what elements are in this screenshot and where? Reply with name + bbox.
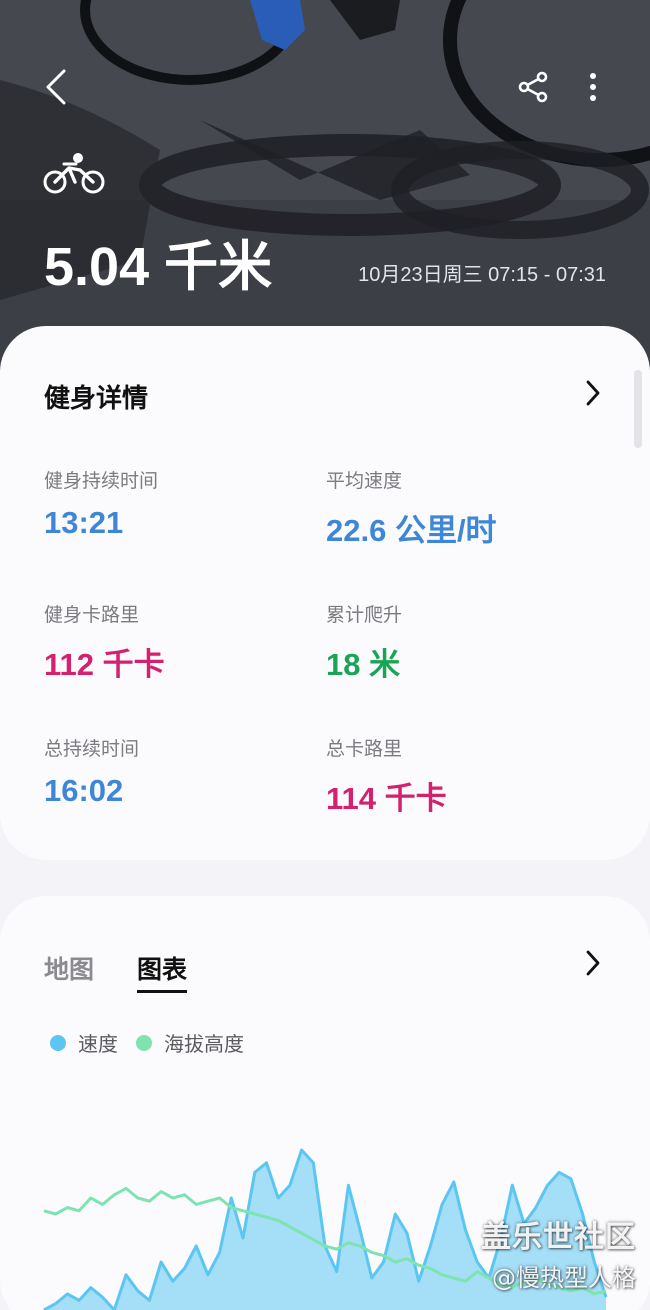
metric-value: 18 米 — [326, 647, 401, 682]
details-expand-button[interactable] — [578, 378, 608, 408]
metric-workout-duration: 健身持续时间 13:21 — [44, 466, 158, 541]
metric-label: 总卡路里 — [326, 738, 403, 760]
metric-label: 健身持续时间 — [44, 470, 159, 492]
cycling-icon — [43, 153, 105, 194]
legend-item-speed[interactable]: 速度 — [50, 1028, 118, 1057]
metric-label: 累计爬升 — [326, 604, 403, 626]
chevron-right-icon — [586, 380, 600, 406]
share-button[interactable] — [512, 66, 554, 108]
metric-total-calories: 总卡路里 114 千卡 — [326, 734, 447, 818]
legend-label: 速度 — [78, 1032, 118, 1056]
tab-map[interactable]: 地图 — [44, 950, 94, 986]
speed-color-dot — [50, 1034, 66, 1051]
watermark: 盖乐世社区 @慢热型人格 — [481, 1212, 636, 1293]
more-options-button[interactable] — [578, 66, 608, 108]
metric-value: 112 千卡 — [44, 647, 165, 682]
watermark-line2: @慢热型人格 — [492, 1264, 636, 1292]
scrollbar-thumb[interactable] — [634, 370, 642, 448]
metric-value: 16:02 — [44, 773, 124, 808]
metric-label: 健身卡路里 — [44, 604, 140, 626]
metric-value: 22.6 公里/时 — [326, 513, 497, 548]
metric-label: 总持续时间 — [44, 738, 140, 760]
metric-total-duration: 总持续时间 16:02 — [44, 734, 139, 809]
metric-workout-calories: 健身卡路里 112 千卡 — [44, 600, 165, 684]
hero-banner: 5.04 千米 10月23日周三 07:15 - 07:31 — [0, 0, 650, 370]
metric-average-speed: 平均速度 22.6 公里/时 — [326, 466, 497, 550]
tab-chart[interactable]: 图表 — [137, 950, 188, 993]
share-icon — [518, 71, 548, 103]
workout-date-range: 10月23日周三 07:15 - 07:31 — [358, 264, 606, 286]
more-vertical-icon — [590, 73, 596, 101]
legend-item-altitude[interactable]: 海拔高度 — [136, 1028, 244, 1057]
metric-value: 13:21 — [44, 505, 124, 540]
chevron-left-icon — [46, 69, 66, 105]
metric-elevation-gain: 累计爬升 18 米 — [326, 600, 402, 684]
metric-label: 平均速度 — [326, 470, 403, 492]
chart-legend: 速度 海拔高度 — [50, 1028, 262, 1057]
workout-details-card: 健身详情 健身持续时间 13:21 平均速度 22.6 公里/时 健身卡路里 1… — [0, 326, 650, 860]
chevron-right-icon — [586, 950, 600, 976]
watermark-line1: 盖乐世社区 — [481, 1220, 636, 1255]
back-button[interactable] — [34, 62, 78, 112]
altitude-color-dot — [136, 1034, 152, 1051]
total-distance: 5.04 千米 — [44, 237, 273, 297]
section-title: 健身详情 — [44, 384, 149, 414]
metric-value: 114 千卡 — [326, 781, 447, 816]
legend-label: 海拔高度 — [164, 1032, 244, 1056]
chart-expand-button[interactable] — [578, 948, 608, 978]
